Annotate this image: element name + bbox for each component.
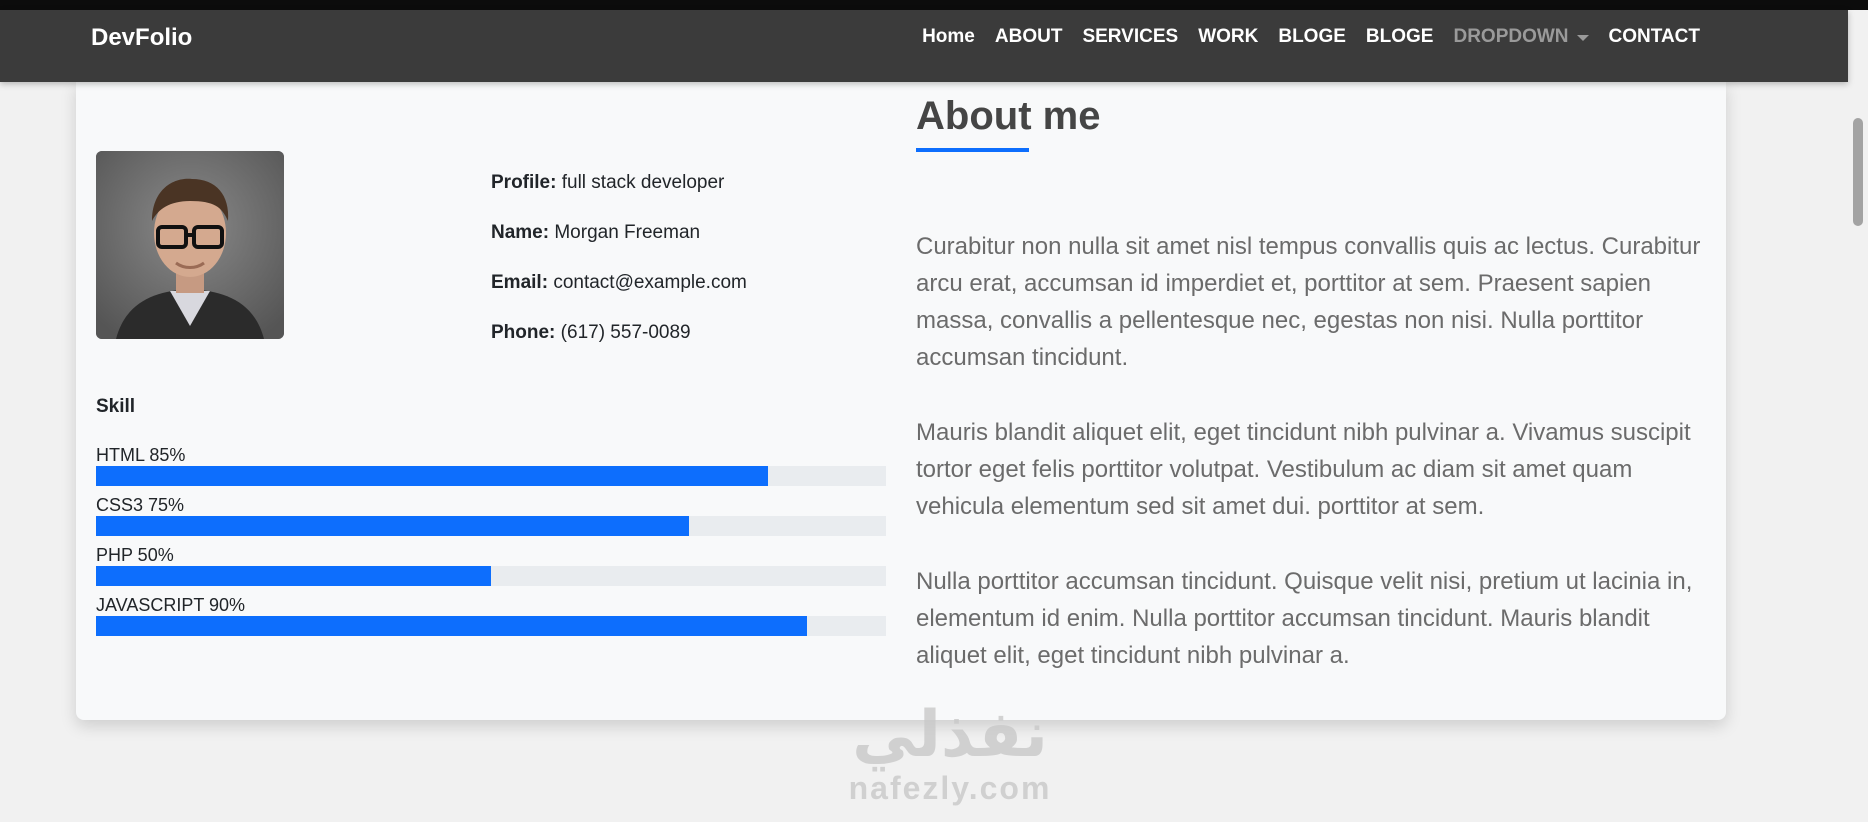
skill-html: HTML 85%: [96, 444, 886, 494]
skills-list: HTML 85% CSS3 75% PHP 50% JAVASCRIPT 90%: [96, 444, 886, 644]
about-paragraph: Mauris blandit aliquet elit, eget tincid…: [916, 419, 1691, 520]
info-label: Email:: [491, 272, 549, 293]
nav-item-bloge-2[interactable]: BLOGE: [1366, 26, 1434, 48]
nav-links: Home ABOUT SERVICES WORK BLOGE BLOGE DRO…: [922, 26, 1700, 48]
about-heading: About me: [916, 94, 1101, 138]
skill-label: JAVASCRIPT 90%: [96, 595, 246, 615]
info-label: Profile:: [491, 172, 557, 193]
watermark-latin: nafezly.com: [848, 770, 1052, 806]
info-value: (617) 557-0089: [560, 322, 691, 343]
person-portrait-icon: [96, 151, 284, 339]
nav-item-work[interactable]: WORK: [1198, 26, 1258, 48]
progress-fill: [96, 566, 491, 586]
about-card: Profile: full stack developer Name: Morg…: [76, 82, 1726, 720]
about-text: Curabitur non nulla sit amet nisl tempus…: [916, 228, 1706, 712]
nav-dropdown[interactable]: DROPDOWN: [1453, 26, 1589, 48]
progress-track: [96, 566, 886, 586]
browser-top-strip: [0, 0, 1868, 10]
scrollbar-thumb[interactable]: [1853, 118, 1863, 226]
skills-heading: Skill: [96, 396, 136, 417]
watermark-arabic: نفذلي: [852, 698, 1048, 772]
info-label: Phone:: [491, 322, 556, 343]
info-row-name: Name: Morgan Freeman: [491, 222, 747, 272]
navbar: DevFolio Home ABOUT SERVICES WORK BLOGE …: [0, 10, 1848, 82]
info-value: contact@example.com: [553, 272, 747, 293]
heading-underline: [916, 148, 1029, 152]
skill-label: CSS3 75%: [96, 495, 185, 515]
about-paragraph: Nulla porttitor accumsan tincidunt. Quis…: [916, 568, 1693, 669]
caret-down-icon: [1576, 35, 1589, 41]
skill-label: HTML 85%: [96, 445, 186, 465]
info-row-profile: Profile: full stack developer: [491, 172, 747, 222]
info-label: Name:: [491, 222, 550, 243]
nav-item-home[interactable]: Home: [922, 26, 975, 48]
info-value: full stack developer: [561, 172, 725, 193]
nav-item-contact[interactable]: CONTACT: [1609, 26, 1700, 48]
skill-javascript: JAVASCRIPT 90%: [96, 594, 886, 644]
progress-fill: [96, 516, 689, 536]
profile-photo: [96, 151, 284, 339]
progress-fill: [96, 466, 768, 486]
nav-item-about[interactable]: ABOUT: [995, 26, 1063, 48]
page-scrollbar[interactable]: [1848, 10, 1868, 822]
about-paragraph: Curabitur non nulla sit amet nisl tempus…: [916, 233, 1701, 371]
progress-fill: [96, 616, 807, 636]
progress-track: [96, 466, 886, 486]
progress-track: [96, 516, 886, 536]
brand-logo[interactable]: DevFolio: [91, 24, 192, 52]
skill-php: PHP 50%: [96, 544, 886, 594]
progress-track: [96, 616, 886, 636]
info-row-phone: Phone: (617) 557-0089: [491, 322, 747, 372]
nav-item-bloge-1[interactable]: BLOGE: [1278, 26, 1346, 48]
nav-dropdown-label: DROPDOWN: [1453, 26, 1569, 47]
info-row-email: Email: contact@example.com: [491, 272, 747, 322]
profile-info: Profile: full stack developer Name: Morg…: [491, 172, 747, 372]
skill-label: PHP 50%: [96, 545, 174, 565]
watermark-logo: نفذلي nafezly.com: [810, 700, 1090, 806]
skill-css3: CSS3 75%: [96, 494, 886, 544]
nav-item-services[interactable]: SERVICES: [1082, 26, 1178, 48]
info-value: Morgan Freeman: [554, 222, 701, 243]
